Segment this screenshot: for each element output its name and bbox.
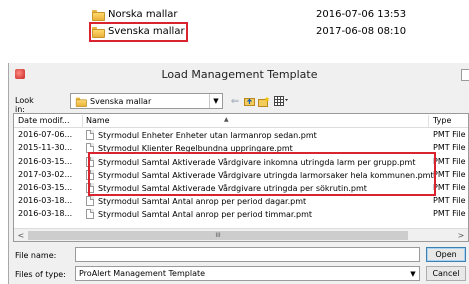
document-icon: [86, 209, 94, 219]
file-date: 2016-03-18...: [18, 196, 73, 205]
back-arrow-icon[interactable]: ⇐: [229, 94, 241, 108]
scroll-thumb-grip: III: [215, 232, 221, 239]
file-date: 2016-03-15...: [18, 183, 73, 192]
column-date-modified[interactable]: Date modif...: [18, 116, 70, 125]
app-icon: [15, 69, 25, 79]
highlight-box: [89, 22, 188, 42]
file-name-field[interactable]: [75, 247, 420, 262]
file-type: PMT File: [433, 183, 466, 192]
view-menu-icon[interactable]: [273, 94, 289, 108]
file-type: PMT File: [433, 196, 466, 205]
file-type: PMT File: [433, 143, 466, 152]
new-folder-icon[interactable]: [258, 94, 270, 108]
scroll-right-icon[interactable]: >: [455, 230, 467, 241]
scroll-left-icon[interactable]: <: [15, 230, 27, 241]
chevron-down-icon[interactable]: ▼: [407, 267, 419, 281]
column-type[interactable]: Type: [433, 116, 451, 125]
file-name-label: File name:: [15, 251, 57, 260]
folder-name: Norska mallar: [108, 9, 178, 20]
load-template-dialog: Load Management Template Look in: Svensk…: [8, 63, 469, 284]
open-button[interactable]: Open: [426, 247, 466, 262]
file-type: PMT File: [433, 209, 466, 218]
file-date: 2017-03-02...: [18, 170, 73, 179]
files-of-type-select[interactable]: ProAlert Management Template ▼: [75, 266, 420, 281]
column-name[interactable]: Name: [86, 116, 110, 125]
file-name: Styrmodul Samtal Antal anrop per period …: [98, 209, 313, 219]
horizontal-scrollbar[interactable]: < III >: [14, 228, 468, 241]
file-date: 2016-03-18...: [18, 209, 73, 218]
file-type: PMT File: [433, 170, 466, 179]
look-in-select[interactable]: Svenska mallar ▼: [70, 93, 223, 109]
folder-icon: [92, 10, 105, 21]
document-icon: [86, 196, 94, 206]
dialog-title: Load Management Template: [161, 67, 318, 81]
list-header: Date modif... Name ▲ Type: [14, 114, 468, 128]
file-name: Styrmodul Enheter Enheter utan larmanrop…: [98, 130, 317, 140]
file-type: PMT File: [433, 130, 466, 139]
table-row[interactable]: 2016-07-06... Styrmodul Enheter Enheter …: [14, 129, 468, 141]
file-date: 2016-03-15...: [18, 157, 73, 166]
file-list[interactable]: Date modif... Name ▲ Type 2016-07-06... …: [13, 113, 469, 242]
table-row[interactable]: 2016-03-18... Styrmodul Samtal Antal anr…: [14, 195, 468, 207]
file-date: 2016-07-06...: [18, 130, 73, 139]
close-icon[interactable]: [461, 69, 469, 81]
dialog-titlebar: Load Management Template: [9, 63, 469, 85]
folder-icon: [75, 97, 87, 107]
files-of-type-label: Files of type:: [15, 270, 66, 279]
chevron-down-icon[interactable]: ▼: [209, 94, 222, 108]
look-in-value: Svenska mallar: [90, 96, 152, 106]
scroll-thumb[interactable]: III: [28, 231, 408, 240]
folder-date: 2016-07-06 13:53: [316, 9, 407, 20]
highlight-box: [88, 152, 436, 196]
table-row[interactable]: 2016-03-18... Styrmodul Samtal Antal anr…: [14, 208, 468, 220]
folder-date: 2017-06-08 08:10: [316, 26, 407, 37]
file-name: Styrmodul Samtal Antal anrop per period …: [98, 196, 307, 206]
list-item[interactable]: Norska mallar: [92, 7, 178, 22]
look-in-label: Look in:: [15, 96, 34, 114]
cancel-button[interactable]: Cancel: [426, 266, 466, 281]
file-date: 2015-11-30...: [18, 143, 73, 152]
file-type: PMT File: [433, 157, 466, 166]
up-folder-icon[interactable]: [243, 94, 255, 108]
document-icon: [86, 130, 94, 140]
sort-ascending-icon: ▲: [224, 116, 229, 123]
files-of-type-value: ProAlert Management Template: [79, 269, 206, 278]
